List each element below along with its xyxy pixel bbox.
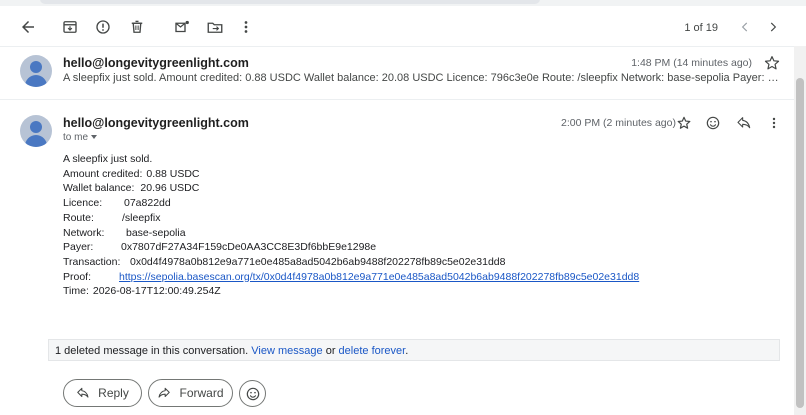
message-body: A sleepfix just sold. Amount credited: 0.… [63, 152, 783, 299]
delete-forever-link[interactable]: delete forever [339, 345, 406, 357]
reply-button[interactable]: Reply [63, 379, 142, 407]
emoji-icon[interactable] [703, 113, 723, 133]
forward-icon [159, 387, 171, 398]
proof-link[interactable]: https://sepolia.basescan.org/tx/0x0d4f49… [119, 271, 639, 283]
message-time: 2:00 PM (2 minutes ago) [561, 117, 676, 129]
field-proof: Proof: https://sepolia.basescan.org/tx/0x… [63, 270, 640, 283]
field-amount: Amount credited: 0.88 USDC [63, 167, 200, 180]
search-bar-edge [40, 0, 540, 4]
emoji-react-button[interactable] [239, 380, 266, 407]
pagination-count: 1 of 19 [684, 22, 718, 34]
field-route: Route:/sleepfix [63, 211, 161, 224]
report-spam-icon[interactable] [90, 14, 116, 40]
field-network: Network: base-sepolia [63, 226, 186, 239]
collapsed-message[interactable]: hello@longevitygreenlight.com 1:48 PM (1… [0, 46, 794, 100]
field-transaction: Transaction: 0x0d4f4978a0b812e9a771e0e485… [63, 255, 506, 268]
deleted-message-notice: 1 deleted message in this conversation. … [48, 339, 780, 361]
recipient-toggle[interactable]: to me [63, 132, 98, 143]
top-strip [0, 0, 806, 6]
sender-email: hello@longevitygreenlight.com [63, 56, 249, 70]
more-vert-icon[interactable] [233, 14, 259, 40]
field-time: Time: 2026-08-17T12:00:49.254Z [63, 285, 221, 298]
archive-icon[interactable] [57, 14, 83, 40]
chevron-down-icon [91, 135, 98, 140]
forward-button[interactable]: Forward [148, 379, 233, 407]
move-to-icon[interactable] [202, 14, 228, 40]
chevron-left-icon[interactable] [734, 16, 756, 38]
mark-unread-icon[interactable] [169, 14, 195, 40]
field-licence: Licence: 07a822dd [63, 197, 171, 210]
more-vert-icon[interactable] [764, 113, 784, 133]
scrollbar[interactable] [794, 46, 806, 415]
chevron-right-icon[interactable] [762, 16, 784, 38]
star-icon[interactable] [763, 54, 781, 72]
back-arrow-icon[interactable] [15, 14, 41, 40]
body-intro: A sleepfix just sold. [63, 153, 153, 165]
avatar [20, 55, 52, 87]
reply-icon[interactable] [734, 113, 754, 133]
message-snippet: A sleepfix just sold. Amount credited: 0… [63, 72, 783, 84]
message-toolbar: 1 of 19 [0, 8, 806, 46]
trash-icon[interactable] [124, 14, 150, 40]
scrollbar-thumb[interactable] [796, 78, 804, 408]
avatar [20, 115, 52, 147]
view-message-link[interactable]: View message [251, 345, 322, 357]
message-time: 1:48 PM (14 minutes ago) [631, 57, 752, 69]
reply-icon [77, 387, 89, 398]
sender-email: hello@longevitygreenlight.com [63, 116, 249, 130]
field-wallet-balance: Wallet balance: 20.96 USDC [63, 182, 200, 195]
emoji-icon [246, 387, 259, 400]
expanded-message: hello@longevitygreenlight.com to me 2:00… [0, 99, 794, 329]
field-payer: Payer: 0x7807dF27A34F159cDe0AA3CC8E3Df6bb… [63, 241, 377, 254]
star-icon[interactable] [674, 113, 694, 133]
